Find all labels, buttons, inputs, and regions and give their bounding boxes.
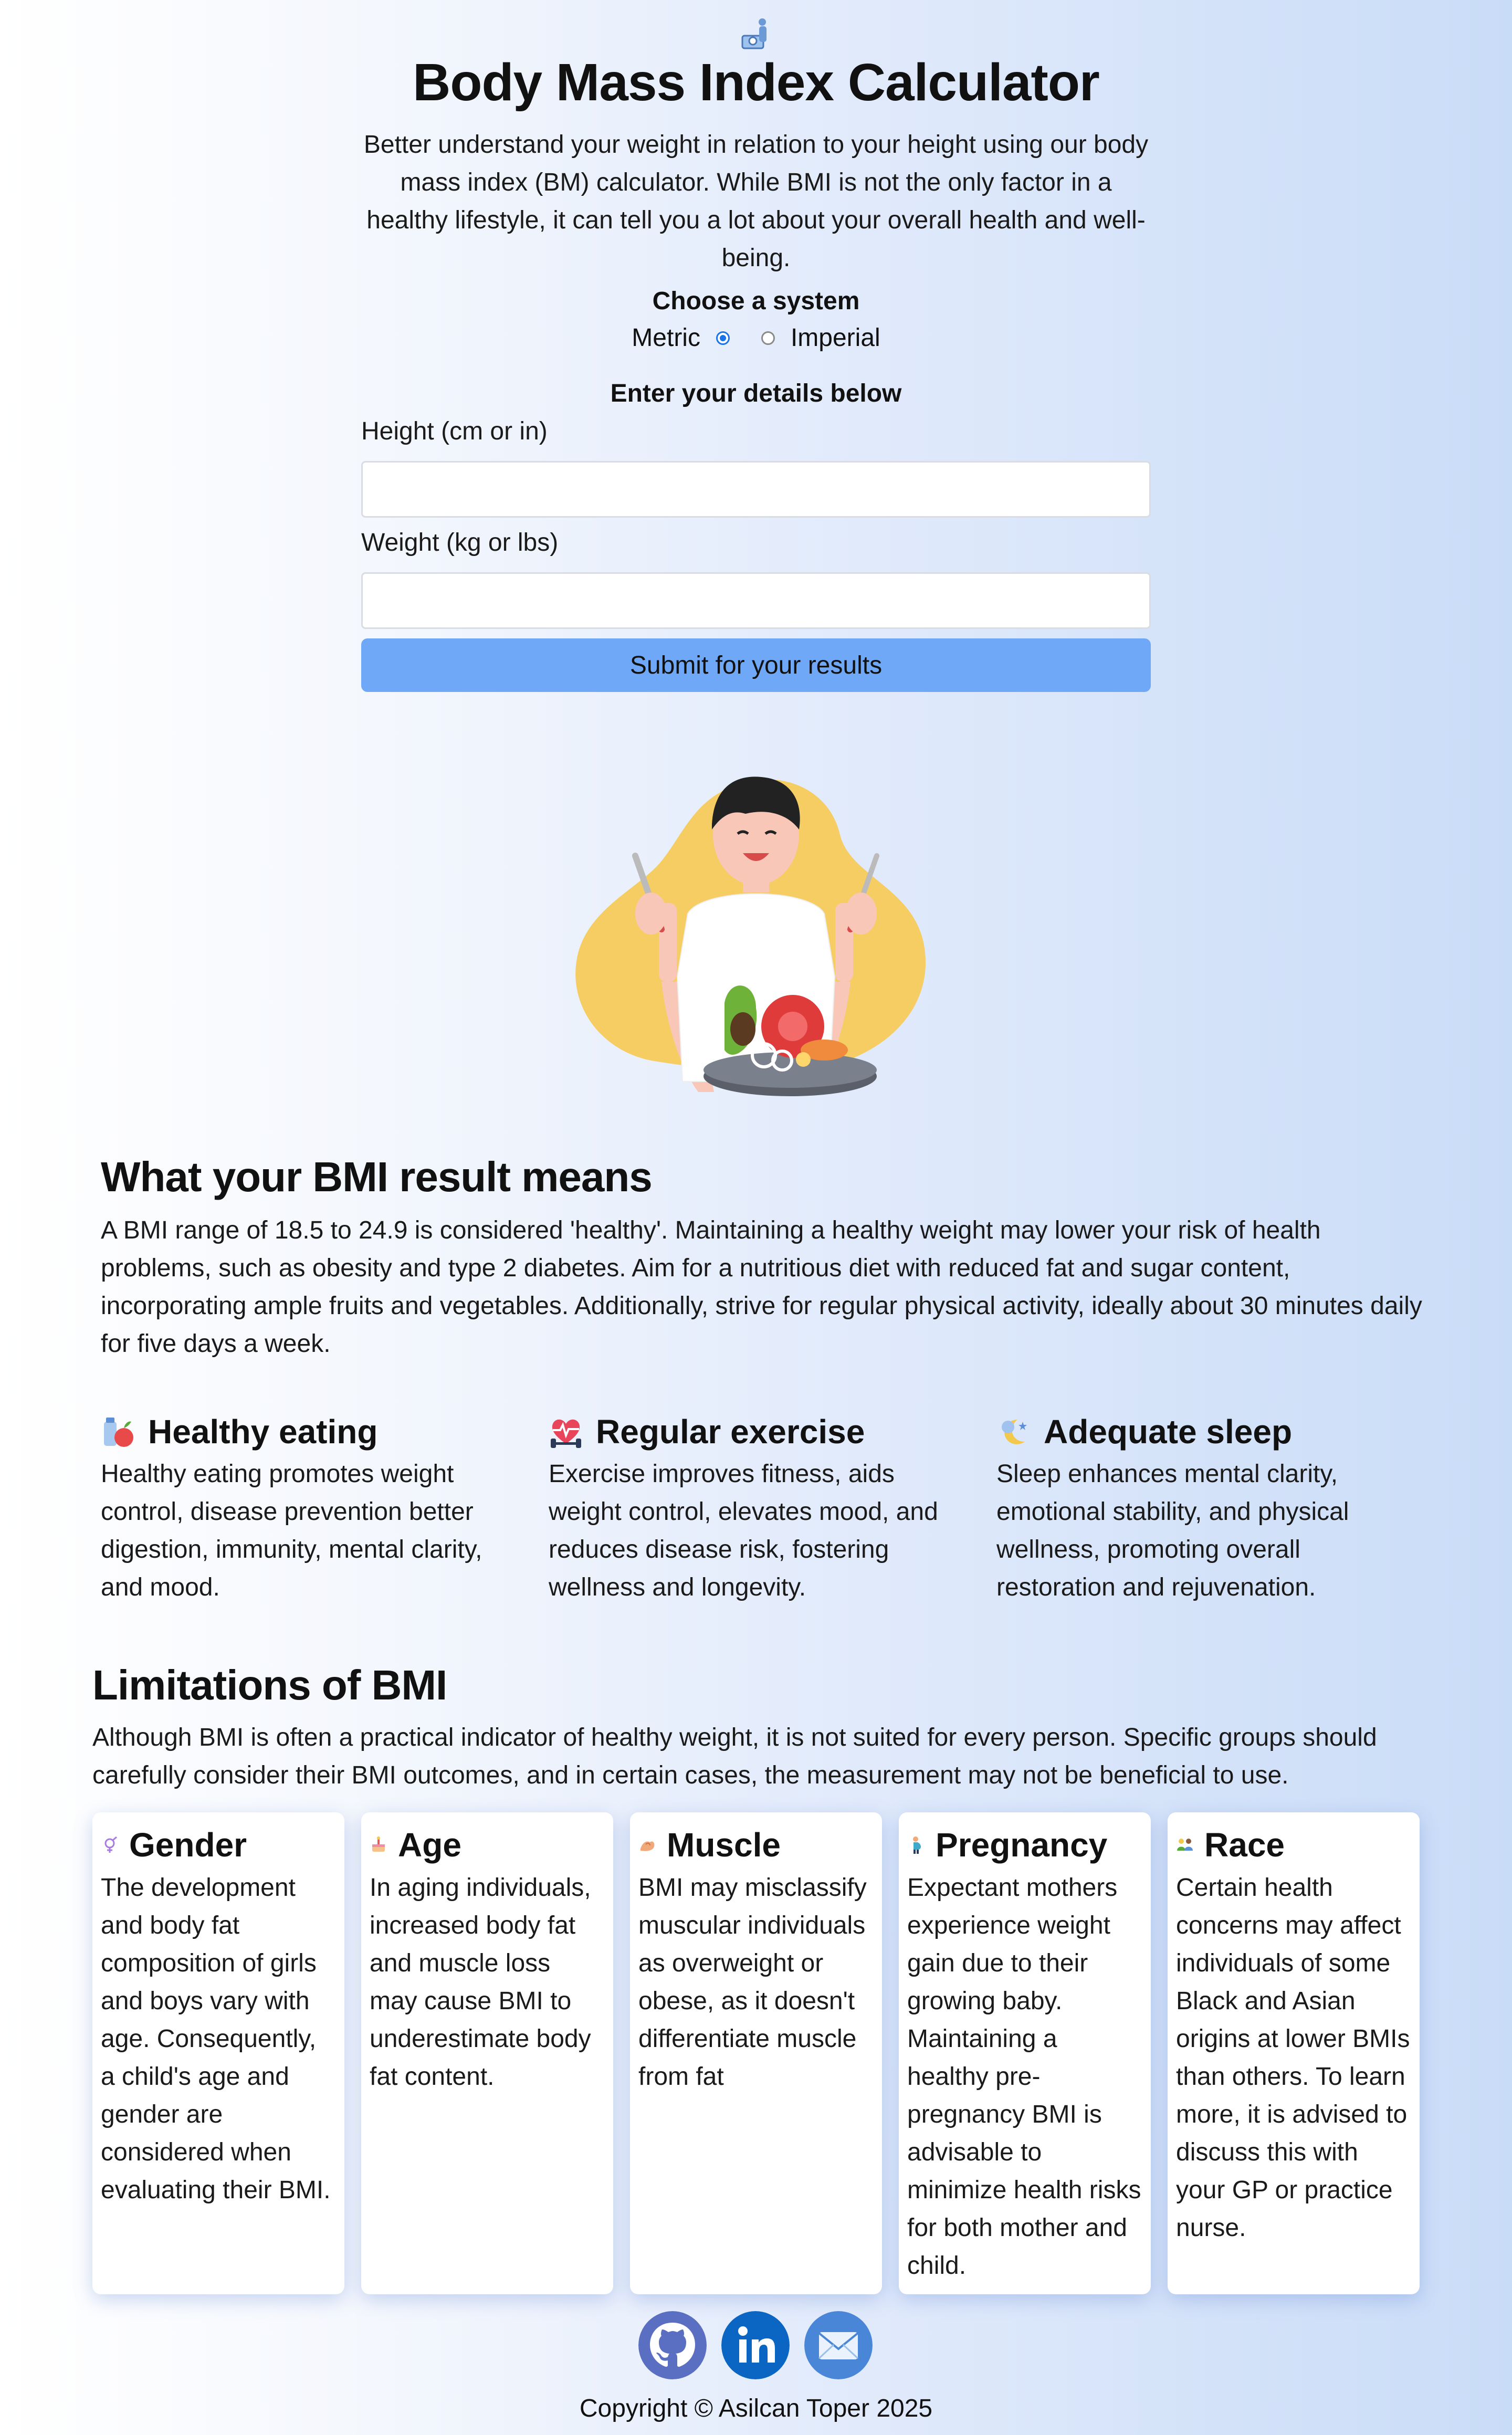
tip-text: Sleep enhances mental clarity, emotional… xyxy=(996,1460,1349,1601)
github-icon[interactable] xyxy=(638,2311,707,2379)
details-label: Enter your details below xyxy=(610,380,902,407)
card-text: Certain health concerns may affect indiv… xyxy=(1176,1874,1410,2242)
card-title: Pregnancy xyxy=(936,1826,1108,1864)
people-group-icon xyxy=(1177,1839,1193,1851)
linkedin-icon[interactable] xyxy=(721,2311,790,2379)
card-text: BMI may misclassify muscular individuals… xyxy=(638,1874,867,2091)
weight-label: Weight (kg or lbs) xyxy=(361,529,559,557)
flexed-bicep-icon xyxy=(640,1841,655,1851)
limitations-title: Limitations of BMI xyxy=(92,1662,447,1708)
card-pregnancy: Pregnancy Expectant mothers experience w… xyxy=(899,1812,1151,2294)
intro-text: Better understand your weight in relatio… xyxy=(363,131,1149,272)
system-radio-group: Metric Imperial xyxy=(0,323,1512,352)
healthy-food-icon xyxy=(104,1418,133,1447)
tip-title: Regular exercise xyxy=(596,1413,865,1451)
height-input[interactable] xyxy=(361,461,1151,518)
system-label: Choose a system xyxy=(652,287,860,315)
card-age: Age In aging individuals, increased body… xyxy=(361,1812,613,2294)
metric-label: Metric xyxy=(632,324,700,352)
heartbeat-dumbbell-icon xyxy=(551,1419,581,1448)
submit-button[interactable]: Submit for your results xyxy=(361,638,1151,692)
tip-adequate-sleep: Adequate sleep Sleep enhances mental cla… xyxy=(996,1412,1411,1607)
gender-icon xyxy=(104,1836,117,1853)
imperial-radio[interactable] xyxy=(761,331,775,345)
copyright-text: Copyright © Asilcan Toper 2025 xyxy=(579,2395,933,2422)
card-race: Race Certain health concerns may affect … xyxy=(1168,1812,1420,2294)
card-gender: Gender The development and body fat comp… xyxy=(92,1812,344,2294)
tip-text: Exercise improves fitness, aids weight c… xyxy=(549,1460,938,1601)
result-text: A BMI range of 18.5 to 24.9 is considere… xyxy=(101,1216,1422,1358)
person-eating-salad-illustration xyxy=(575,776,926,1096)
card-title: Age xyxy=(398,1826,461,1864)
card-title: Race xyxy=(1204,1826,1285,1864)
tip-regular-exercise: Regular exercise Exercise improves fitne… xyxy=(549,1412,963,1607)
card-text: Expectant mothers experience weight gain… xyxy=(907,1874,1141,2280)
card-text: The development and body fat composition… xyxy=(101,1874,331,2204)
limitations-text: Although BMI is often a practical indica… xyxy=(92,1724,1377,1789)
tip-healthy-eating: Healthy eating Healthy eating promotes w… xyxy=(101,1412,516,1607)
result-title: What your BMI result means xyxy=(101,1153,653,1200)
card-muscle: Muscle BMI may misclassify muscular indi… xyxy=(630,1812,882,2294)
page-title: Body Mass Index Calculator xyxy=(413,53,1100,112)
card-title: Gender xyxy=(129,1826,247,1864)
pregnant-woman-icon xyxy=(913,1836,921,1854)
card-text: In aging individuals, increased body fat… xyxy=(370,1874,591,2091)
scale-person-icon xyxy=(741,18,766,49)
height-label: Height (cm or in) xyxy=(361,417,548,445)
tip-text: Healthy eating promotes weight control, … xyxy=(101,1460,482,1601)
imperial-label: Imperial xyxy=(790,324,880,352)
card-title: Muscle xyxy=(667,1826,781,1864)
email-icon[interactable] xyxy=(804,2311,873,2379)
moon-stars-icon xyxy=(1002,1420,1027,1444)
tip-title: Adequate sleep xyxy=(1044,1413,1293,1451)
cake-icon xyxy=(372,1836,385,1852)
metric-radio[interactable] xyxy=(716,331,730,345)
weight-input[interactable] xyxy=(361,572,1151,629)
tip-title: Healthy eating xyxy=(148,1413,378,1451)
